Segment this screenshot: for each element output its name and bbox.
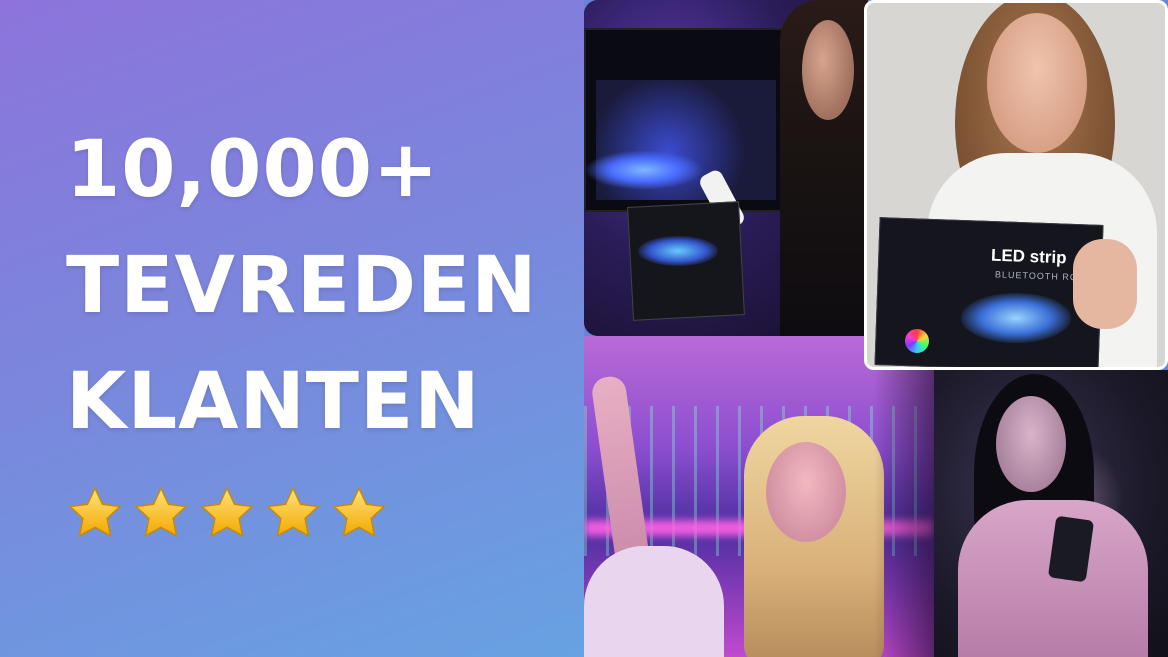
photo-led-strip-tv (584, 0, 868, 336)
headline-line-2: TEVREDEN (66, 241, 538, 331)
photo-phone-night (934, 370, 1168, 657)
headline-line-3: KLANTEN (66, 357, 481, 447)
star-icon (266, 486, 320, 538)
star-icon (332, 486, 386, 538)
headline: 10,000+ TEVREDEN KLANTEN (66, 112, 538, 460)
star-icon (200, 486, 254, 538)
photo-woman-holding-box: LED strip BLUETOOTH RGB (864, 0, 1168, 370)
photo-party (584, 336, 934, 657)
promo-panel: 10,000+ TEVREDEN KLANTEN (0, 0, 584, 657)
rgb-ring-icon (905, 329, 929, 353)
headline-count: 10,000+ (66, 125, 440, 215)
star-rating (66, 484, 388, 542)
star-icon (134, 486, 188, 538)
star-icon (68, 486, 122, 538)
box-label: LED strip (990, 245, 1067, 268)
